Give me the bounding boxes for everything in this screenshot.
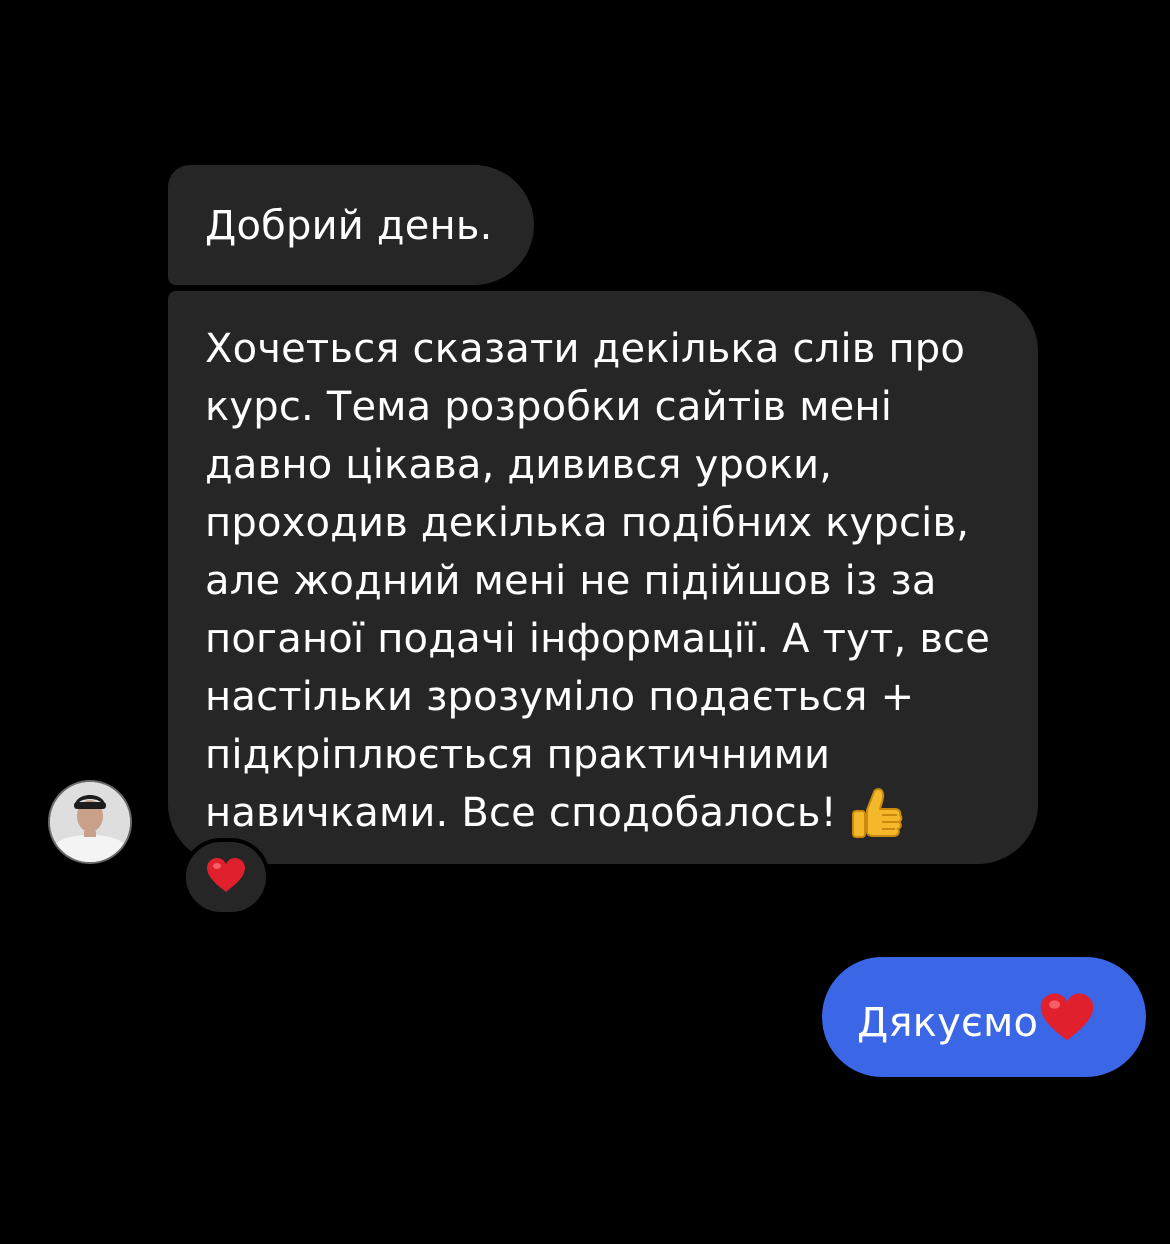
incoming-message-bubble[interactable]: Добрий день. [168,165,534,285]
outgoing-message-bubble[interactable]: Дякуємо [822,957,1146,1077]
message-text-line: але жодний мені не підійшов із за [205,558,937,604]
message-text-line: давно цікава, дивився уроки, [205,442,833,488]
message-reaction[interactable] [182,838,270,916]
message-text-line: підкріплюється практичними [205,732,831,778]
incoming-message-bubble[interactable]: Хочеться сказати декілька слів про курс.… [168,291,1038,864]
avatar[interactable] [48,780,132,864]
message-text-line: настільки зрозуміло подається + [205,674,915,720]
message-text-line: курс. Тема розробки сайтів мені [205,384,893,430]
message-text: Дякуємо [857,1000,1039,1046]
heart-icon [1038,990,1096,1060]
message-text-line: Хочеться сказати декілька слів про [205,326,966,372]
message-text: Добрий день. [205,203,493,249]
heart-icon [205,856,247,898]
message-text-line: навичками. Все сподобалось! [205,790,837,836]
message-last-line: навичками. Все сподобалось! [205,784,1008,844]
message-text-line: поганої подачі інформації. А тут, все [205,616,991,662]
message-text-line: проходив декілька подібних курсів, [205,500,970,546]
thumbs-up-icon [847,786,903,844]
